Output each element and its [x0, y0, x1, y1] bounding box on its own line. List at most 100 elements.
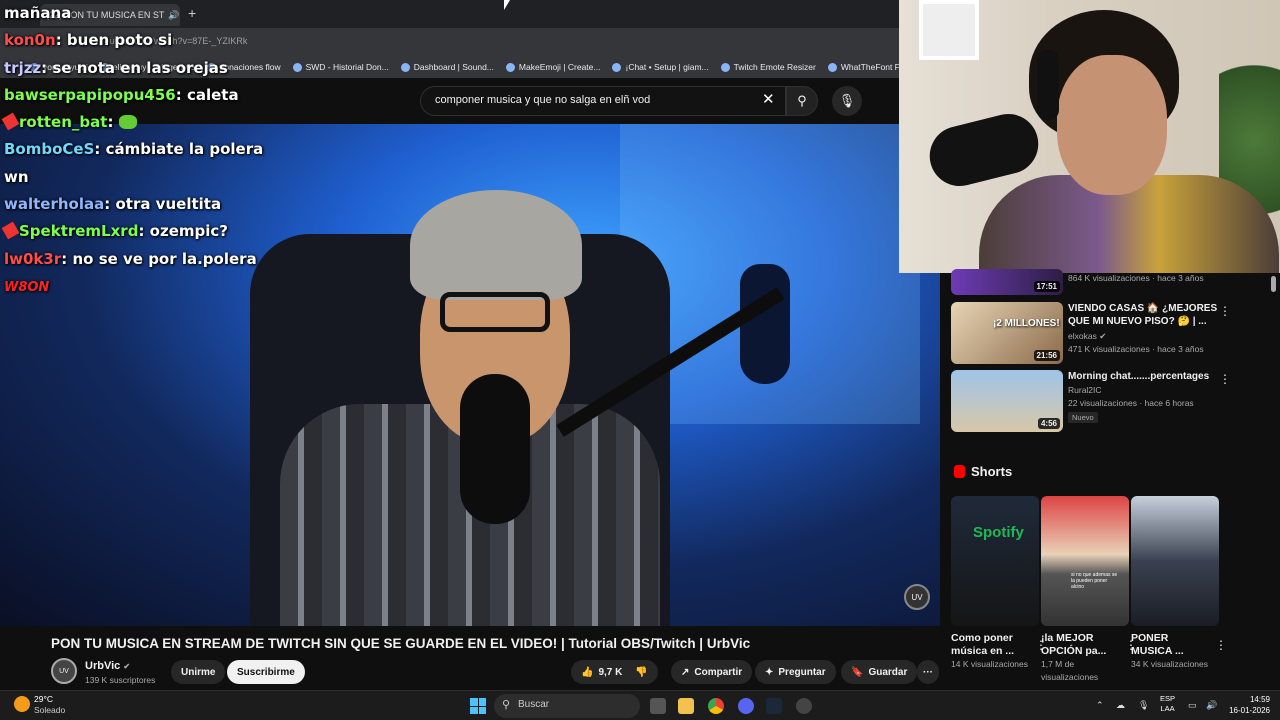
shorts-icon [954, 465, 965, 478]
share-button[interactable]: ↗ Compartir [671, 660, 753, 684]
bookmark-icon [505, 62, 515, 72]
chat-message: kon0n: buen poto si [4, 31, 173, 50]
channel-name[interactable]: UrbVic ✔ [85, 660, 130, 672]
weather-icon[interactable] [14, 696, 30, 712]
webcam-overlay [899, 0, 1280, 273]
bookmark-item[interactable]: WhatTheFont Font |... [827, 62, 900, 72]
bookmark-icon [720, 62, 730, 72]
subscriber-count: 139 K suscriptores [85, 675, 156, 685]
short-title[interactable]: PONER MUSICA ... [1131, 632, 1207, 658]
short-thumbnail[interactable]: si no que ademas se la pueden poner alci… [1041, 496, 1129, 626]
subscribe-button[interactable]: Suscribirme [227, 660, 305, 684]
channel-name[interactable]: Rural2IC [1068, 385, 1102, 395]
more-options-icon[interactable]: ⋮ [1219, 304, 1231, 318]
windows-taskbar: 29°C Soleado ⚲ Buscar ⌃ ☁ 🎙 ESP LAA ▭ 🔊 1… [0, 690, 1280, 720]
bookmark-item[interactable]: Twitch Emote Resizer [720, 62, 816, 72]
volume-icon[interactable]: 🔊 [1206, 700, 1217, 711]
chat-message: rotten_bat: [1, 109, 424, 136]
channel-avatar[interactable]: UV [51, 658, 77, 684]
like-button[interactable]: 👍 9,7 K 👎 [571, 660, 658, 684]
more-actions-button[interactable]: ··· [917, 660, 939, 684]
video-microphone [460, 374, 530, 524]
video-person-beanie [410, 190, 582, 300]
bookmark-icon [827, 62, 837, 72]
thumbs-up-icon: 👍 [581, 666, 594, 678]
sidebar-scrollbar[interactable] [1271, 276, 1276, 292]
recommendations-sidebar: 17:51 864 K visualizaciones · hace 3 año… [940, 269, 1280, 690]
recommendation-item[interactable]: ¡2 MILLONES! 21:56 VIENDO CASAS 🏠 ¿MEJOR… [951, 302, 1231, 366]
video-duration: 21:56 [1033, 350, 1060, 361]
chat-username: trjzz [4, 58, 42, 77]
obs-icon[interactable] [796, 698, 812, 714]
clock[interactable]: 14:59 16-01-2026 [1224, 694, 1270, 716]
bookmark-item[interactable]: MakeEmoji | Create... [505, 62, 600, 72]
more-options-icon[interactable]: ⋮ [1215, 638, 1227, 652]
chat-text: caleta [186, 85, 239, 104]
verified-icon: ✔ [123, 662, 131, 671]
chat-message: BomboCeS: cámbiate la polera [4, 140, 264, 159]
bookmark-icon: 🔖 [851, 666, 864, 678]
short-views: 14 K visualizaciones [951, 659, 1029, 669]
microphone-icon[interactable]: 🎙 [1138, 700, 1149, 711]
chat-badge-icon [1, 112, 20, 131]
ask-button[interactable]: ✦ Preguntar [755, 660, 836, 684]
dislike-button[interactable]: 👎 [635, 667, 647, 678]
chat-message: lw0k3r: no se ve por la.polera [4, 249, 257, 268]
chrome-icon[interactable] [708, 698, 724, 714]
new-badge: Nuevo [1068, 412, 1098, 423]
weather-description[interactable]: Soleado [34, 705, 65, 715]
chat-message: walterholaa: otra vueltita [4, 195, 222, 214]
language-indicator[interactable]: ESP LAA [1160, 694, 1175, 714]
chat-message: wn [4, 164, 424, 191]
video-title[interactable]: Morning chat.......percentages [1068, 370, 1218, 383]
more-options-icon[interactable]: ⋮ [1219, 372, 1231, 386]
short-item[interactable]: PONER MUSICA ... 34 K visualizaciones ⋮ [1131, 496, 1227, 671]
clear-search-icon[interactable]: ✕ [762, 90, 775, 108]
bookmark-item[interactable]: ¡Chat • Setup | giam... [612, 62, 709, 72]
video-thumbnail[interactable]: 4:56 [951, 370, 1063, 432]
stream-chat-overlay: mañana kon0n: buen poto si trjzz: se nota … [1, 0, 424, 301]
tray-chevron-icon[interactable]: ⌃ [1096, 700, 1104, 711]
taskbar-search[interactable]: ⚲ Buscar [494, 694, 640, 718]
chat-message: trjzz: se nota en las orejas [4, 58, 228, 77]
search-input[interactable]: componer musica y que no salga en elñ vo… [420, 86, 786, 116]
recommendation-item[interactable]: 4:56 Morning chat.......percentages Rura… [951, 370, 1231, 434]
network-icon[interactable]: ☁ [1116, 700, 1125, 711]
chat-emote-icon [118, 115, 137, 130]
short-views: 1,7 M de visualizaciones [1041, 659, 1099, 682]
video-title[interactable]: VIENDO CASAS 🏠 ¿MEJORES QUE MI NUEVO PIS… [1068, 302, 1218, 328]
video-thumbnail[interactable]: 17:51 [951, 269, 1063, 295]
webcam-wall-frame [919, 0, 979, 60]
file-explorer-icon[interactable] [678, 698, 694, 714]
channel-watermark-icon: UV [904, 584, 930, 610]
share-icon: ↗ [681, 666, 690, 678]
search-icon: ⚲ [502, 699, 511, 711]
wifi-icon[interactable]: ▭ [1188, 700, 1197, 711]
short-item[interactable]: Spotify Como poner música en ... 14 K vi… [951, 496, 1047, 671]
steam-icon[interactable] [766, 698, 782, 714]
channel-name[interactable]: elxokas ✔ [1068, 331, 1106, 342]
short-title[interactable]: Como poner música en ... [951, 632, 1027, 658]
chat-message: SpektremLxrd: ozempic? [1, 218, 424, 245]
microphone-icon: 🎙 [838, 93, 856, 108]
recommendation-item[interactable]: 17:51 864 K visualizaciones · hace 3 año… [951, 269, 1231, 299]
discord-icon[interactable] [738, 698, 754, 714]
video-thumbnail[interactable]: ¡2 MILLONES! 21:56 [951, 302, 1063, 364]
video-actions-row: UV UrbVic ✔ 139 K suscriptores Unirme Su… [51, 658, 941, 688]
join-button[interactable]: Unirme [171, 660, 226, 684]
short-item[interactable]: si no que ademas se la pueden poner alci… [1041, 496, 1137, 684]
short-thumbnail[interactable]: Spotify [951, 496, 1039, 626]
chat-text: mañana [4, 4, 72, 22]
weather-temperature[interactable]: 29°C [34, 694, 53, 704]
voice-search-button[interactable]: 🎙 [832, 86, 862, 116]
task-view-icon[interactable] [650, 698, 666, 714]
search-button[interactable]: ⚲ [786, 86, 818, 116]
webcam-person-face [1057, 55, 1167, 195]
short-views: 34 K visualizaciones [1131, 659, 1209, 669]
save-button[interactable]: 🔖 Guardar [841, 660, 918, 684]
shorts-heading: Shorts [954, 464, 1012, 479]
short-thumbnail[interactable] [1131, 496, 1219, 626]
short-title[interactable]: ¡la MEJOR OPCIÓN pa... [1041, 632, 1117, 658]
start-button[interactable] [470, 698, 486, 714]
chat-message: mañana [4, 0, 424, 27]
